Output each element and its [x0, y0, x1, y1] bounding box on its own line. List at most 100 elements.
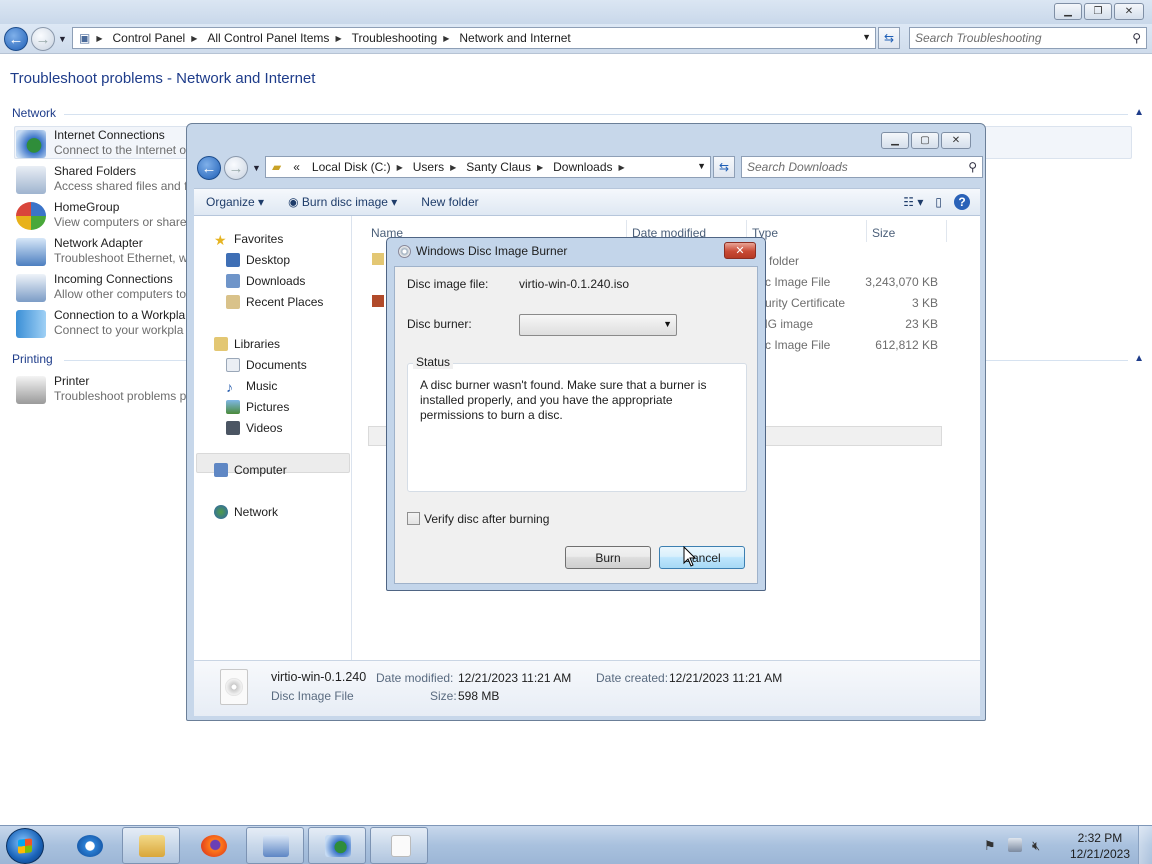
maximize-button[interactable]: ❐: [1084, 3, 1112, 20]
disc-image-file-value: virtio-win-0.1.240.iso: [519, 277, 630, 291]
nav-recent-places[interactable]: Recent Places: [226, 295, 323, 309]
breadcrumb-separator-icon[interactable]: ▶: [191, 34, 201, 43]
breadcrumb-control-panel[interactable]: Control Panel: [107, 31, 192, 45]
breadcrumb-separator-icon[interactable]: ▶: [619, 163, 629, 172]
taskbar-internet-explorer[interactable]: [60, 827, 118, 864]
refresh-icon[interactable]: ⇆: [878, 27, 900, 49]
maximize-button[interactable]: ▢: [911, 132, 939, 149]
minimize-button[interactable]: ▁: [1054, 3, 1082, 20]
breadcrumb-all-items[interactable]: All Control Panel Items: [201, 31, 335, 45]
taskbar: ⚑ 🔇︎ 2:32 PM 12/21/2023: [0, 825, 1152, 864]
file-size: 23 KB: [905, 317, 938, 331]
close-button[interactable]: ✕: [1114, 3, 1144, 20]
address-folder-icon: ▣: [79, 31, 91, 45]
breadcrumb-separator-icon[interactable]: ▶: [335, 34, 345, 43]
nav-pictures[interactable]: Pictures: [226, 400, 289, 414]
system-clock[interactable]: 2:32 PM 12/21/2023: [1070, 830, 1130, 862]
section-divider: [64, 114, 1128, 115]
breadcrumb-santy-claus[interactable]: Santy Claus: [460, 160, 537, 174]
item-title: Connection to a Workpla: [54, 308, 186, 322]
breadcrumb-separator-icon[interactable]: ▶: [443, 34, 453, 43]
refresh-icon[interactable]: ⇆: [713, 156, 735, 178]
organize-menu[interactable]: Organize ▾: [194, 195, 276, 209]
nav-downloads[interactable]: Downloads: [226, 274, 305, 288]
new-folder-button[interactable]: New folder: [409, 195, 490, 209]
collapse-network-icon[interactable]: ▲: [1134, 107, 1144, 118]
address-dropdown-icon[interactable]: ▼: [862, 32, 871, 42]
workplace-connection-icon: [16, 310, 46, 338]
column-divider[interactable]: [946, 220, 947, 242]
breadcrumb-separator-icon[interactable]: ▶: [537, 163, 547, 172]
forward-button[interactable]: →: [224, 156, 248, 180]
nav-network[interactable]: Network: [214, 505, 278, 519]
minimize-button[interactable]: ▁: [881, 132, 909, 149]
breadcrumb-separator-icon: ▶: [96, 33, 103, 43]
nav-desktop[interactable]: Desktop: [226, 253, 290, 267]
taskbar-firefox[interactable]: [184, 827, 242, 864]
taskbar-troubleshooting[interactable]: [308, 827, 366, 864]
explorer-search-input[interactable]: Search Downloads ⚲: [741, 156, 983, 178]
details-size-label: Size:: [430, 689, 457, 703]
item-title: Internet Connections: [54, 128, 165, 142]
burn-disc-image-button[interactable]: ◉ Burn disc image ▾: [276, 195, 409, 209]
forward-button[interactable]: →: [31, 27, 55, 51]
volume-muted-icon[interactable]: 🔇︎: [1032, 838, 1046, 853]
search-icon[interactable]: ⚲: [1132, 31, 1141, 45]
explorer-address-bar[interactable]: ▰ « Local Disk (C:) ▶ Users ▶ Santy Clau…: [265, 156, 711, 178]
dialog-close-button[interactable]: ✕: [724, 242, 756, 259]
view-options-icon[interactable]: ☷ ▾: [897, 195, 929, 209]
start-button[interactable]: [6, 828, 44, 864]
breadcrumb-troubleshooting[interactable]: Troubleshooting: [346, 31, 444, 45]
breadcrumb-separator-icon[interactable]: ▶: [450, 163, 460, 172]
breadcrumb-downloads[interactable]: Downloads: [547, 160, 618, 174]
column-size[interactable]: Size: [872, 226, 895, 240]
incoming-connections-icon: [16, 274, 46, 302]
taskbar-control-panel[interactable]: [246, 827, 304, 864]
breadcrumb-overflow[interactable]: «: [287, 160, 306, 174]
recent-pages-button[interactable]: ▼: [58, 34, 67, 44]
search-input[interactable]: Search Troubleshooting ⚲: [909, 27, 1147, 49]
nav-videos[interactable]: Videos: [226, 421, 282, 435]
cancel-button[interactable]: Cancel: [659, 546, 745, 569]
verify-disc-label[interactable]: Verify disc after burning: [424, 512, 549, 526]
help-icon[interactable]: ?: [948, 194, 980, 210]
collapse-printing-icon[interactable]: ▲: [1134, 353, 1144, 364]
nav-favorites[interactable]: ★ Favorites: [214, 232, 283, 248]
show-desktop-button[interactable]: [1138, 826, 1152, 864]
address-bar[interactable]: ▣ ▶ Control Panel ▶ All Control Panel It…: [72, 27, 876, 49]
disc-burner-label: Disc burner:: [407, 317, 472, 331]
burn-button[interactable]: Burn: [565, 546, 651, 569]
item-description: Troubleshoot Ethernet, w: [54, 251, 188, 265]
nav-music[interactable]: ♪ Music: [226, 379, 277, 395]
column-divider[interactable]: [866, 220, 867, 242]
preview-pane-icon[interactable]: ▯: [929, 195, 948, 209]
pictures-icon: [226, 400, 240, 414]
taskbar-disc-image-burner[interactable]: [370, 827, 428, 864]
close-button[interactable]: ✕: [941, 132, 971, 149]
back-button[interactable]: ←: [4, 27, 28, 51]
network-tray-icon[interactable]: [1008, 838, 1022, 852]
nav-computer[interactable]: Computer: [214, 463, 287, 477]
verify-disc-checkbox[interactable]: [407, 512, 420, 525]
videos-icon: [226, 421, 240, 435]
nav-libraries[interactable]: Libraries: [214, 337, 280, 351]
nav-documents[interactable]: Documents: [226, 358, 307, 372]
taskbar-windows-explorer[interactable]: [122, 827, 180, 864]
action-center-flag-icon[interactable]: ⚑: [984, 838, 998, 853]
internet-explorer-icon: [77, 835, 103, 857]
breadcrumb-users[interactable]: Users: [407, 160, 450, 174]
disc-burner-select[interactable]: ▼: [519, 314, 677, 336]
search-icon[interactable]: ⚲: [968, 160, 977, 174]
section-printing-heading: Printing: [12, 352, 53, 366]
network-icon: [214, 505, 228, 519]
breadcrumb-local-disk[interactable]: Local Disk (C:): [306, 160, 397, 174]
dialog-body: Disc image file: virtio-win-0.1.240.iso …: [394, 266, 758, 584]
address-dropdown-icon[interactable]: ▼: [697, 161, 706, 171]
status-group: Status A disc burner wasn't found. Make …: [407, 355, 747, 492]
search-placeholder: Search Troubleshooting: [915, 31, 1042, 45]
back-button[interactable]: ←: [197, 156, 221, 180]
recent-pages-button[interactable]: ▼: [252, 163, 261, 173]
homegroup-icon: [16, 202, 46, 230]
breadcrumb-separator-icon[interactable]: ▶: [397, 163, 407, 172]
breadcrumb-network-internet[interactable]: Network and Internet: [453, 31, 576, 45]
